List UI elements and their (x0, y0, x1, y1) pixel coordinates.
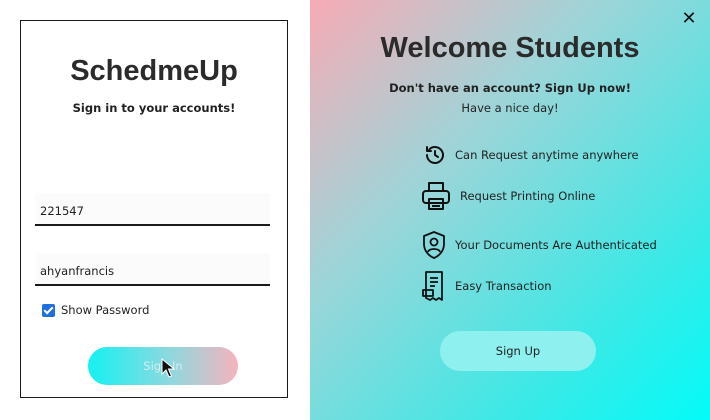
close-button[interactable]: ✕ (680, 10, 698, 28)
feature-item: Easy Transaction (421, 270, 552, 302)
feature-item: Request Printing Online (420, 180, 595, 212)
signin-subtitle: Sign in to your accounts! (72, 101, 236, 115)
welcome-title: Welcome Students (380, 32, 640, 64)
feature-label: Your Documents Are Authenticated (455, 238, 657, 252)
show-password-label: Show Password (61, 303, 150, 317)
password-input[interactable] (35, 253, 270, 284)
signup-button-label: Sign Up (495, 344, 541, 358)
login-panel: SchedmeUp Sign in to your accounts! Show… (20, 20, 288, 398)
username-input[interactable] (35, 193, 270, 224)
show-password-toggle[interactable]: Show Password (42, 303, 149, 317)
signup-button[interactable]: Sign Up (440, 331, 596, 371)
mouse-cursor-icon (161, 358, 175, 378)
feature-label: Easy Transaction (455, 279, 552, 293)
username-field[interactable] (35, 193, 270, 226)
no-account-text: Don't have an account? Sign Up now! (389, 81, 631, 95)
password-field[interactable] (35, 253, 270, 286)
printer-icon (422, 182, 450, 210)
feature-item: Your Documents Are Authenticated (421, 230, 657, 260)
show-password-checkbox[interactable] (42, 303, 55, 317)
app-title: SchedmeUp (70, 55, 238, 87)
feature-label: Can Request anytime anywhere (455, 148, 639, 162)
feature-label: Request Printing Online (460, 189, 596, 203)
feature-item: Can Request anytime anywhere (423, 143, 639, 167)
receipt-icon (422, 271, 443, 301)
shield-user-icon (423, 231, 445, 259)
welcome-panel: ✕ Welcome Students Don't have an account… (310, 0, 710, 420)
refresh-clock-icon (426, 146, 444, 164)
greeting-text: Have a nice day! (461, 101, 559, 115)
